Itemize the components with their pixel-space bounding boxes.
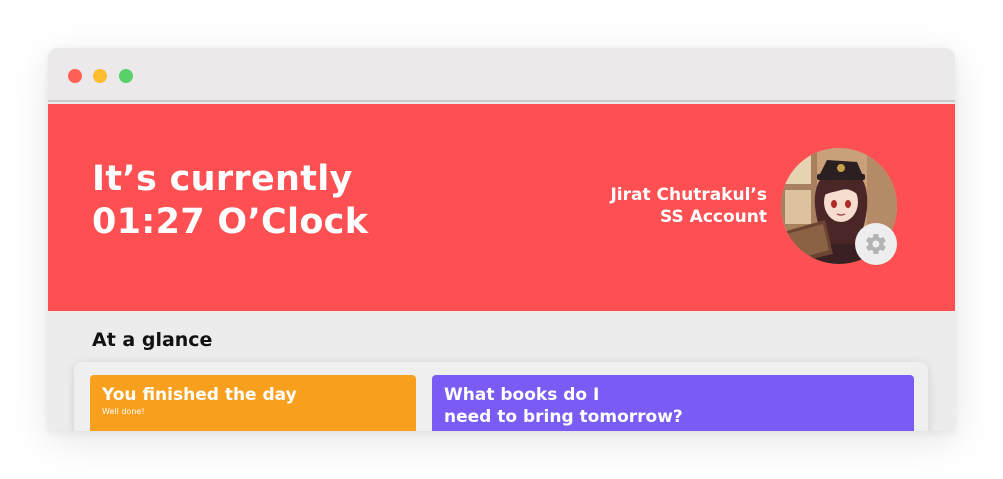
section-title-at-a-glance: At a glance xyxy=(92,329,213,351)
profile-avatar-group xyxy=(781,148,897,265)
day-finished-card[interactable]: You finished the day Well done! xyxy=(90,375,416,431)
books-tomorrow-card[interactable]: What books do I need to bring tomorrow? xyxy=(432,375,914,431)
books-tomorrow-title-line-1: What books do I xyxy=(444,385,600,405)
window-titlebar xyxy=(48,48,955,102)
hero-banner: It’s currently 01:27 O’Clock Jirat Chutr… xyxy=(48,104,955,311)
main-content: At a glance You finished the day Well do… xyxy=(48,311,955,431)
gear-icon xyxy=(866,233,886,255)
books-tomorrow-card-title: What books do I need to bring tomorrow? xyxy=(444,384,683,428)
screenshot-stage: It’s currently 01:27 O’Clock Jirat Chutr… xyxy=(0,0,1003,479)
time-greeting: It’s currently 01:27 O’Clock xyxy=(92,158,368,244)
account-label: Jirat Chutrakul’s SS Account xyxy=(610,184,767,228)
day-finished-card-title: You finished the day xyxy=(102,385,297,405)
books-tomorrow-title-line-2: need to bring tomorrow? xyxy=(444,407,683,427)
settings-button[interactable] xyxy=(855,223,897,265)
window-minimize-button[interactable] xyxy=(93,69,107,83)
greeting-line-1: It’s currently xyxy=(92,159,353,199)
window-close-button[interactable] xyxy=(68,69,82,83)
account-type: SS Account xyxy=(660,207,767,227)
day-finished-card-subtitle: Well done! xyxy=(102,407,145,416)
greeting-time: 01:27 O’Clock xyxy=(92,202,369,242)
window-maximize-button[interactable] xyxy=(119,69,133,83)
app-window: It’s currently 01:27 O’Clock Jirat Chutr… xyxy=(48,48,955,431)
account-owner-name: Jirat Chutrakul’s xyxy=(610,185,767,205)
glance-panel: You finished the day Well done! What boo… xyxy=(74,362,928,431)
